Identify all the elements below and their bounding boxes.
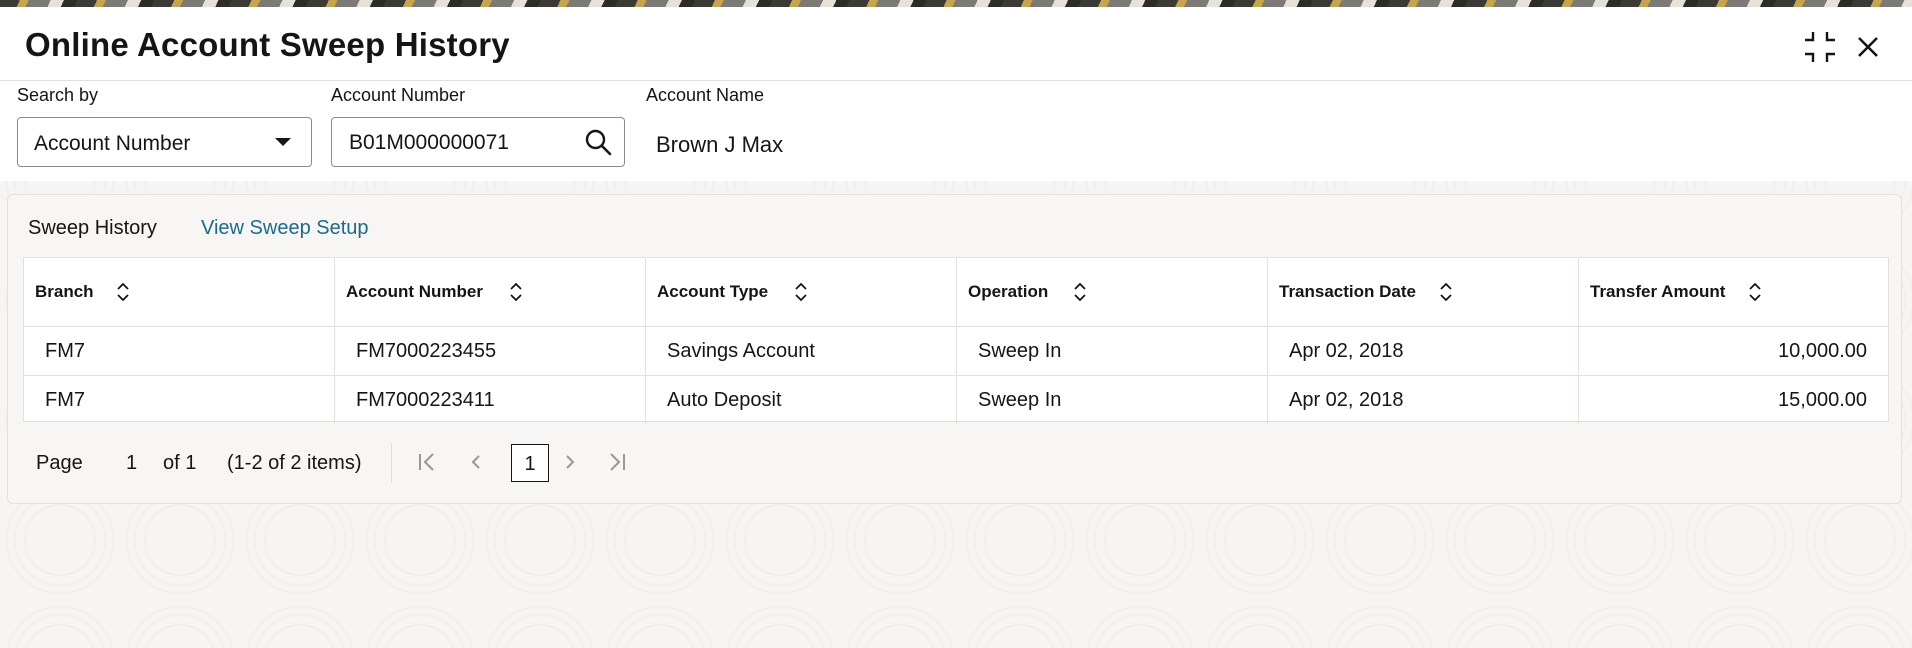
column-label: Transaction Date [1279,282,1416,301]
page-title: Online Account Sweep History [25,26,510,63]
cell-account-number: FM7000223411 [335,376,646,424]
column-header-transaction-date[interactable]: Transaction Date [1268,258,1579,326]
chevron-down-icon [275,138,291,146]
search-icon[interactable] [584,128,612,156]
account-number-field-wrapper [331,117,625,167]
search-by-select[interactable]: Account Number [17,117,312,167]
cell-transfer-amount: 15,000.00 [1778,389,1867,411]
previous-page-icon[interactable] [461,447,491,477]
sort-icon[interactable] [509,282,523,302]
pagination-bar: Page 1 of 1 (1-2 of 2 items) 1 [28,441,728,485]
search-filters: Search by Account Number Account Number … [0,81,1912,181]
close-icon[interactable] [1848,27,1888,67]
tab-sweep-history[interactable]: Sweep History [28,217,157,240]
column-label: Transfer Amount [1590,282,1726,301]
minimize-icon[interactable] [1800,27,1840,67]
sweep-history-panel: Sweep History View Sweep Setup Branch Ac… [7,194,1902,504]
column-label: Operation [968,282,1049,301]
sweep-history-table: Branch Account Number Account Type Opera… [23,257,1889,424]
pager-divider [391,443,392,483]
sort-icon[interactable] [794,282,808,302]
column-header-account-number[interactable]: Account Number [335,258,646,326]
column-header-transfer-amount[interactable]: Transfer Amount [1579,258,1888,326]
cell-account-type: Auto Deposit [646,376,957,424]
sort-icon[interactable] [1073,282,1087,302]
search-by-label: Search by [17,85,99,105]
next-page-icon[interactable] [555,447,585,477]
account-name-value: Brown J Max [656,132,784,157]
cell-transfer-amount: 10,000.00 [1778,340,1867,362]
cell-account-number: FM7000223455 [335,327,646,375]
account-number-input[interactable] [347,128,571,158]
sort-icon[interactable] [116,282,130,302]
cell-transaction-date: Apr 02, 2018 [1268,376,1579,424]
table-header: Branch Account Number Account Type Opera… [24,258,1888,327]
column-header-branch[interactable]: Branch [24,258,335,326]
column-header-operation[interactable]: Operation [957,258,1268,326]
page-count-label: of 1 [163,452,197,474]
top-decorative-strip [0,0,1912,7]
column-label: Branch [35,282,94,301]
cell-branch: FM7 [24,376,335,424]
column-label: Account Number [346,282,483,301]
cell-branch: FM7 [24,327,335,375]
sort-icon[interactable] [1748,282,1762,302]
first-page-icon[interactable] [412,447,442,477]
table-row[interactable]: FM7 FM7000223455 Savings Account Sweep I… [24,327,1888,376]
column-label: Account Type [657,282,769,301]
table-row[interactable]: FM7 FM7000223411 Auto Deposit Sweep In A… [24,376,1888,424]
items-range-label: (1-2 of 2 items) [227,452,362,474]
page-number-input[interactable]: 1 [126,452,137,475]
page-label: Page [36,452,83,474]
last-page-icon[interactable] [602,447,632,477]
current-page-button[interactable]: 1 [511,444,549,482]
dialog-header: Online Account Sweep History [0,7,1912,81]
cell-operation: Sweep In [957,376,1268,424]
cell-account-type: Savings Account [646,327,957,375]
cell-transaction-date: Apr 02, 2018 [1268,327,1579,375]
cell-operation: Sweep In [957,327,1268,375]
tab-view-sweep-setup[interactable]: View Sweep Setup [201,217,369,240]
sort-icon[interactable] [1439,282,1453,302]
search-by-value: Account Number [34,132,191,155]
account-number-label: Account Number [331,85,466,105]
account-name-label: Account Name [646,85,765,105]
column-header-account-type[interactable]: Account Type [646,258,957,326]
